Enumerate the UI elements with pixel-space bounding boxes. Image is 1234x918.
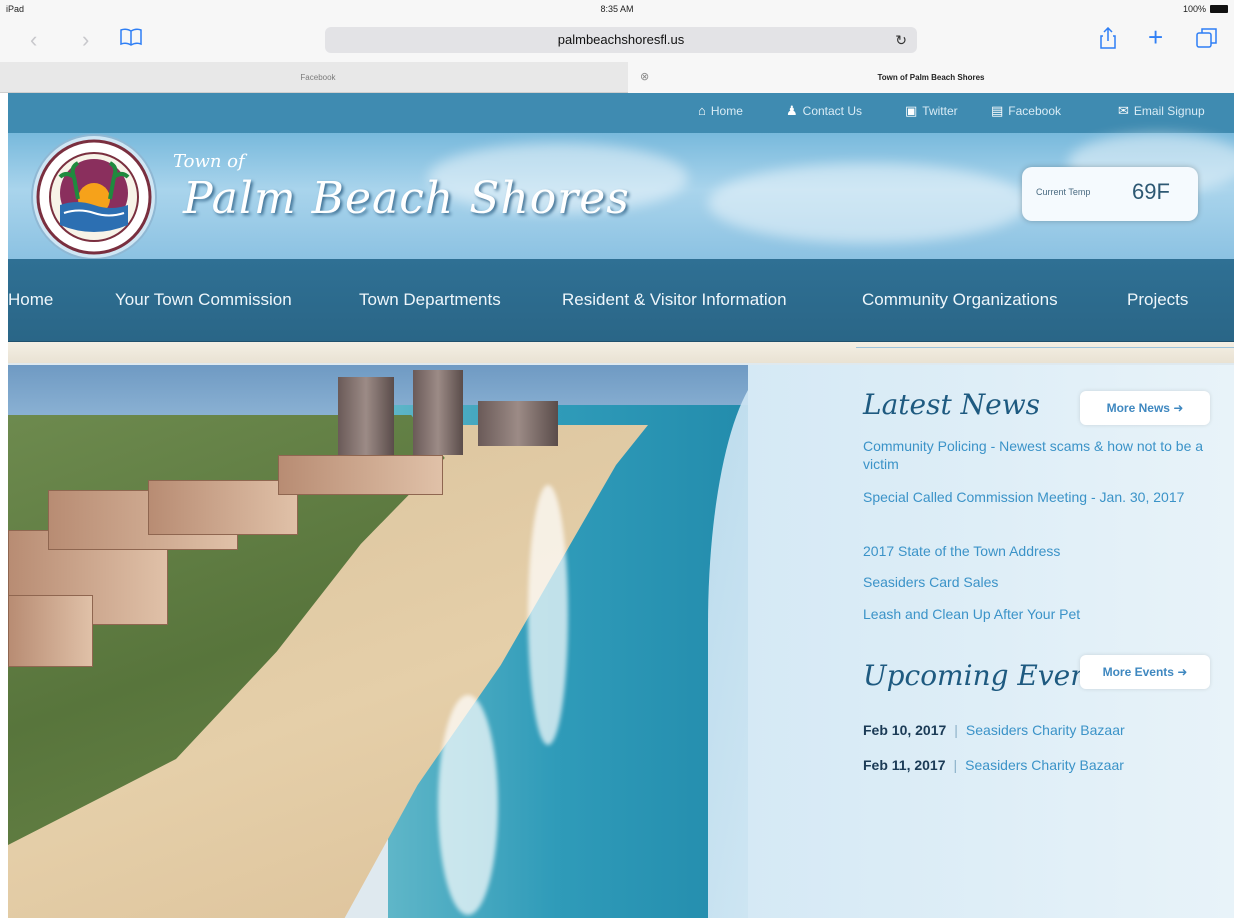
top-link-home[interactable]: ⌂ Home <box>698 103 743 118</box>
event-title: Seasiders Charity Bazaar <box>965 722 1125 738</box>
surf-foam <box>438 695 498 915</box>
site-title-prefix: Town of <box>173 151 245 172</box>
facebook-icon: ▤ <box>991 103 1004 118</box>
condo-tower <box>413 370 463 455</box>
share-icon[interactable] <box>1100 26 1116 53</box>
cloud-decoration <box>708 163 1028 243</box>
hotel-building <box>8 595 93 667</box>
forward-icon[interactable]: › <box>82 29 89 51</box>
utility-links-bar: ⌂ Home ♟ Contact Us ▣ Twitter ▤ Facebook ✉ Em… <box>8 93 1234 133</box>
nav-community-organizations[interactable]: Community Organizations <box>862 290 1058 310</box>
top-link-email-signup[interactable]: ✉ Email Signup <box>1118 103 1205 119</box>
news-item[interactable]: 2017 State of the Town Address <box>863 542 1208 560</box>
surf-foam <box>528 485 568 745</box>
upcoming-events-heading: Upcoming Events <box>863 659 1114 692</box>
battery-icon <box>1210 5 1228 13</box>
town-seal-logo[interactable] <box>30 133 158 261</box>
current-temp-widget: Current Temp 69F <box>1022 167 1198 221</box>
arrow-right-icon: ➜ <box>1173 401 1184 415</box>
tab-town-of-palm-beach-shores[interactable]: ⊗ Town of Palm Beach Shores <box>628 62 1234 93</box>
battery-percent: 100% <box>1182 4 1206 14</box>
reload-icon[interactable]: ↻ <box>895 27 907 53</box>
top-link-twitter[interactable]: ▣ Twitter <box>905 103 958 119</box>
tab-facebook[interactable]: Facebook <box>8 62 628 93</box>
event-item[interactable]: Feb 11, 2017 | Seasiders Charity Bazaar <box>863 757 1124 773</box>
back-icon[interactable]: ‹ <box>30 29 37 51</box>
event-item[interactable]: Feb 10, 2017 | Seasiders Charity Bazaar <box>863 722 1125 738</box>
top-link-contact-us[interactable]: ♟ Contact Us <box>786 103 862 119</box>
tab-label: Town of Palm Beach Shores <box>877 73 985 82</box>
pipe-separator: | <box>953 757 958 773</box>
tab-bar: Facebook ⊗ Town of Palm Beach Shores <box>0 62 1234 93</box>
person-icon: ♟ <box>786 103 798 118</box>
event-date: Feb 10, 2017 <box>863 722 947 738</box>
pipe-separator: | <box>954 722 958 738</box>
web-page: ⌂ Home ♟ Contact Us ▣ Twitter ▤ Facebook ✉ Em… <box>8 93 1234 918</box>
status-bar: iPad 8:35 AM 100% <box>0 0 1234 18</box>
top-link-facebook[interactable]: ▤ Facebook <box>991 103 1061 119</box>
more-news-button[interactable]: More News ➜ <box>1080 391 1210 425</box>
temp-label: Current Temp <box>1036 187 1091 197</box>
section-divider <box>856 347 1234 348</box>
browser-toolbar: ‹ › palmbeachshoresfl.us ↻ + <box>0 18 1234 62</box>
home-icon: ⌂ <box>698 103 706 118</box>
news-item[interactable]: Community Policing - Newest scams & how … <box>863 437 1208 473</box>
twitter-icon: ▣ <box>905 103 918 118</box>
main-navigation: Home Your Town Commission Town Departmen… <box>8 259 1234 342</box>
address-bar[interactable]: palmbeachshoresfl.us ↻ <box>325 27 917 53</box>
event-date: Feb 11, 2017 <box>863 757 946 773</box>
arrow-right-icon: ➜ <box>1177 665 1188 679</box>
condo-tower <box>338 377 394 455</box>
close-icon[interactable]: ⊗ <box>640 62 649 93</box>
site-title[interactable]: Palm Beach Shores <box>183 173 630 224</box>
nav-home[interactable]: Home <box>8 290 53 310</box>
clock: 8:35 AM <box>600 4 634 14</box>
more-events-button[interactable]: More Events ➜ <box>1080 655 1210 689</box>
nav-projects[interactable]: Projects <box>1127 290 1188 310</box>
hotel-building <box>148 480 298 535</box>
nav-resident-visitor-information[interactable]: Resident & Visitor Information <box>562 290 787 310</box>
email-icon: ✉ <box>1118 103 1129 118</box>
new-tab-icon[interactable]: + <box>1148 24 1163 50</box>
header-divider <box>8 342 1234 363</box>
latest-news-heading: Latest News <box>863 388 1041 421</box>
tab-label: Facebook <box>300 73 336 82</box>
url-text: palmbeachshoresfl.us <box>557 32 685 47</box>
news-item[interactable]: Seasiders Card Sales <box>863 573 1208 591</box>
bookmarks-icon[interactable] <box>120 28 142 51</box>
news-item[interactable]: Special Called Commission Meeting - Jan.… <box>863 488 1208 506</box>
news-item[interactable]: Leash and Clean Up After Your Pet <box>863 605 1208 623</box>
tabs-icon[interactable] <box>1196 27 1218 53</box>
temp-value: 69F <box>1132 179 1170 204</box>
condo-tower <box>478 401 558 446</box>
nav-town-departments[interactable]: Town Departments <box>359 290 501 310</box>
event-title: Seasiders Charity Bazaar <box>965 757 1124 773</box>
hotel-building <box>278 455 443 495</box>
site-header: Town of Palm Beach Shores Current Temp 6… <box>8 133 1234 261</box>
nav-your-town-commission[interactable]: Your Town Commission <box>115 290 292 310</box>
